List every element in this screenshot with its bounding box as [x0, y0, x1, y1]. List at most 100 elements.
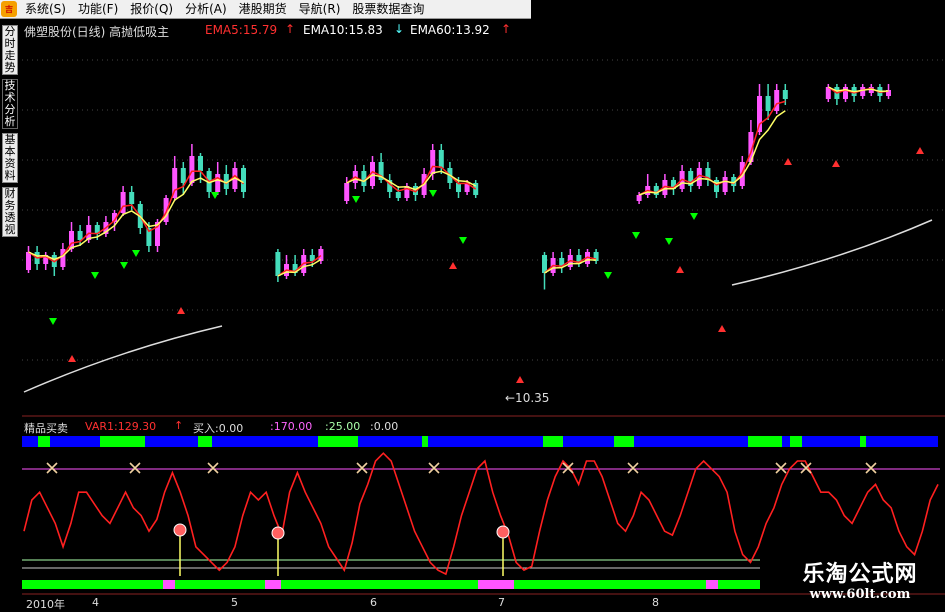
tab-basic-info[interactable]: 基本资料	[2, 133, 18, 183]
candle-body	[636, 195, 642, 201]
sell-signal-mark	[356, 462, 368, 474]
sell-arrow-icon	[459, 237, 467, 244]
sell-arrow-icon	[352, 196, 360, 203]
ema-slow-line	[638, 110, 786, 196]
indicator-buy: 买入:0.00	[193, 422, 244, 435]
sell-arrow-icon	[49, 318, 57, 325]
sell-signal-mark	[428, 462, 440, 474]
indicator-bottom-bar-block	[706, 580, 718, 589]
indicator-170: :170.00	[270, 420, 313, 433]
menu-system[interactable]: 系统(S)	[19, 0, 72, 18]
indicator-top-bar-block	[790, 436, 802, 447]
indicator-top-bar-block	[318, 436, 358, 447]
menu-analysis[interactable]: 分析(A)	[179, 0, 233, 18]
candlestick-series	[26, 84, 891, 290]
buy-signal-icon	[496, 525, 510, 539]
indicator-top-bar-block	[748, 436, 782, 447]
buy-arrow-icon	[676, 266, 684, 273]
indicator-var1-arrow: ↑	[174, 419, 184, 432]
indicator-top-bar-block	[422, 436, 428, 447]
buy-arrow-icon	[784, 158, 792, 165]
candle-body	[318, 249, 324, 261]
price-low-label: ←10.35	[505, 391, 550, 405]
axis-month-5: 5	[231, 596, 238, 609]
menu-stock-data[interactable]: 股票数据查询	[346, 0, 430, 18]
ema60-line-segment	[731, 219, 933, 286]
candle-body	[395, 192, 401, 198]
indicator-top-bar-block	[543, 436, 563, 447]
watermark-url: www.60lt.com	[809, 587, 911, 602]
ema60-line-segment	[23, 325, 223, 393]
sell-signal-icon	[46, 462, 58, 474]
chart-title: 佛塑股份(日线) 高抛低吸主	[24, 25, 170, 39]
axis-month-7: 7	[498, 596, 505, 609]
sell-signal-mark	[627, 462, 639, 474]
candle-body	[438, 150, 444, 168]
menu-hk-futures[interactable]: 港股期货	[233, 0, 293, 18]
ema10-label: EMA10:15.83	[303, 23, 383, 37]
candle-body	[456, 183, 461, 192]
candle-body	[26, 252, 31, 270]
ema60-label: EMA60:13.92	[410, 23, 490, 37]
sell-arrow-icon	[690, 213, 698, 220]
axis-month-4: 4	[92, 596, 99, 609]
sell-arrow-icon	[632, 232, 640, 239]
candle-body	[198, 156, 203, 171]
indicator-top-bar-block	[198, 436, 212, 447]
sell-arrow-icon	[665, 238, 673, 245]
sell-signal-icon	[207, 462, 219, 474]
ema10-down-arrow: ↓	[394, 22, 405, 36]
sell-signal-mark	[129, 462, 141, 474]
buy-arrow-icon	[916, 147, 924, 154]
indicator-bottom-bar-block	[478, 580, 514, 589]
sell-arrow-icon	[91, 272, 99, 279]
buy-arrow-icon	[68, 355, 76, 362]
candle-body	[215, 174, 221, 192]
grid-layer	[22, 59, 945, 595]
ema5-label: EMA5:15.79	[205, 23, 278, 37]
sell-signal-mark	[865, 462, 877, 474]
sell-signal-icon	[775, 462, 787, 474]
candle-body	[241, 168, 246, 192]
indicator-0: :0.00	[370, 420, 399, 433]
axis-month-6: 6	[370, 596, 377, 609]
candle-body	[860, 87, 866, 96]
sell-arrow-icon	[604, 272, 612, 279]
indicator-var1: VAR1:129.30	[85, 420, 157, 433]
sell-signal-mark	[562, 462, 574, 474]
sell-arrow-icon	[120, 262, 128, 269]
candle-body	[765, 96, 771, 111]
kline-chart-canvas[interactable]	[0, 0, 945, 609]
sell-arrow-icon	[211, 192, 219, 199]
buy-arrow-icon	[718, 325, 726, 332]
axis-year-label: 2010年	[26, 598, 65, 611]
indicator-top-bar-block	[860, 436, 866, 447]
sell-signal-icon	[865, 462, 877, 474]
candle-body	[542, 255, 547, 273]
sell-signal-icon	[627, 462, 639, 474]
indicator-top-bar-block	[614, 436, 634, 447]
sell-signal-icon	[356, 462, 368, 474]
sell-signal-icon	[562, 462, 574, 474]
tab-intraday[interactable]: 分时走势	[2, 25, 18, 75]
candle-body	[129, 192, 135, 204]
menu-quote[interactable]: 报价(Q)	[124, 0, 179, 18]
menu-bar: 吉 系统(S) 功能(F) 报价(Q) 分析(A) 港股期货 导航(R) 股票数…	[0, 0, 531, 19]
menu-function[interactable]: 功能(F)	[72, 0, 124, 18]
buy-arrow-icon	[516, 376, 524, 383]
app-logo-icon: 吉	[1, 1, 17, 17]
tab-financial[interactable]: 财务透视	[2, 187, 18, 237]
buy-arrow-icon	[832, 160, 840, 167]
indicator-25: :25.00	[325, 420, 361, 433]
buy-arrow-icon	[177, 307, 185, 314]
indicator-name: 精品买卖	[24, 422, 68, 435]
indicator-bottom-bar-block	[163, 580, 175, 589]
candle-body	[189, 156, 195, 183]
candle-body	[722, 177, 728, 192]
watermark-title: 乐淘公式网	[802, 562, 918, 587]
ema5-up-arrow: ↑	[285, 22, 296, 36]
tab-technical[interactable]: 技术分析	[2, 79, 18, 129]
menu-navigate[interactable]: 导航(R)	[293, 0, 347, 18]
sell-arrow-icon	[429, 190, 437, 197]
ema60-line	[23, 219, 933, 393]
